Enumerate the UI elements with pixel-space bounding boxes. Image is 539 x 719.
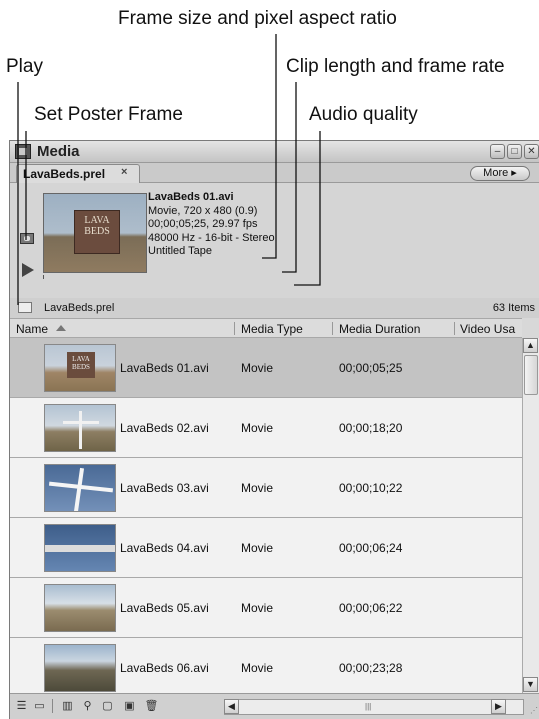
bottom-toolbar: ☰ ▭ ▥ ⚲ ▢ ▣ 🗑 ◀ ||| ▶ ⋰ [10,693,539,719]
clip-thumbnail: LAVA BEDS [44,344,116,392]
column-divider[interactable] [332,322,333,335]
new-bin-icon[interactable]: ▢ [100,699,115,713]
cell-media-type: Movie [241,601,274,615]
cell-name: LavaBeds 01.avi [120,361,209,375]
scroll-down-icon[interactable]: ▼ [523,677,538,692]
clip-tape-name: Untitled Tape [148,245,213,257]
clip-filename: LavaBeds 01.avi [148,191,234,203]
table-row[interactable]: LavaBeds 04.avi Movie 00;00;06;24 [10,518,522,578]
cell-media-type: Movie [241,421,274,435]
cell-media-duration: 00;00;06;24 [339,541,403,555]
set-poster-frame-icon[interactable] [20,233,34,244]
scroll-left-icon[interactable]: ◀ [224,699,239,714]
table-row[interactable]: LavaBeds 06.avi Movie 00;00;23;28 [10,638,522,693]
panel-title: Media [37,143,80,160]
icon-view-icon[interactable]: ▭ [32,699,47,713]
tab-close-icon[interactable]: × [121,166,127,178]
vertical-scroll-thumb[interactable] [524,355,538,395]
list-view-icon[interactable]: ☰ [14,699,29,713]
scroll-right-icon[interactable]: ▶ [491,699,506,714]
table-row[interactable]: LavaBeds 02.avi Movie 00;00;18;20 [10,398,522,458]
cell-media-duration: 00;00;05;25 [339,361,403,375]
horizontal-scrollbar[interactable]: ◀ ||| ▶ [224,699,524,715]
cell-media-type: Movie [241,661,274,675]
cell-name: LavaBeds 04.avi [120,541,209,555]
item-count: 63 Items [492,302,535,314]
sort-ascending-icon [56,325,66,331]
tab-label: LavaBeds.prel [23,167,106,181]
media-list: LAVA BEDS LavaBeds 01.avi Movie 00;00;05;… [10,338,522,693]
scroll-up-icon[interactable]: ▲ [523,338,538,353]
cell-media-type: Movie [241,361,274,375]
callout-play: Play [6,56,43,77]
media-panel: Media – □ ✕ LavaBeds.prel × More ▸ LAVA … [9,140,539,719]
column-header-media-type[interactable]: Media Type [241,322,303,336]
more-button[interactable]: More ▸ [470,166,530,181]
cell-name: LavaBeds 03.avi [120,481,209,495]
bin-label: LavaBeds.prel [44,302,115,314]
new-item-icon[interactable]: ▣ [122,699,137,713]
table-row[interactable]: LAVA BEDS LavaBeds 01.avi Movie 00;00;05;… [10,338,522,398]
callout-clip-length: Clip length and frame rate [286,56,505,77]
tab-lavabeds-prel[interactable]: LavaBeds.prel × [16,164,140,183]
column-header-name[interactable]: Name [16,322,48,336]
column-divider[interactable] [234,322,235,335]
trash-icon[interactable]: 🗑 [144,699,159,713]
play-icon[interactable] [22,263,34,277]
callout-audio-quality: Audio quality [309,104,418,125]
lava-beds-sign: LAVA BEDS [74,210,120,254]
cell-media-type: Movie [241,541,274,555]
find-icon[interactable]: ⚲ [80,699,95,713]
minimize-icon[interactable]: – [490,144,505,159]
clip-audio-quality: 48000 Hz - 16-bit - Stereo [148,231,275,244]
column-divider[interactable] [454,322,455,335]
media-app-icon [15,144,31,159]
clip-length-rate: 00;00;05;25, 29.97 fps [148,218,258,230]
bin-folder-icon[interactable] [18,302,32,313]
automate-to-sequence-icon[interactable]: ▥ [60,699,75,713]
resize-grip-icon[interactable]: ⋰ [530,706,538,715]
clip-thumbnail [44,584,116,632]
close-icon[interactable]: ✕ [524,144,539,159]
cell-media-type: Movie [241,481,274,495]
clip-thumbnail [44,464,116,512]
callout-set-poster-frame: Set Poster Frame [34,104,183,125]
tab-bar: LavaBeds.prel × More ▸ [10,163,539,183]
cell-media-duration: 00;00;18;20 [339,421,403,435]
scroll-grip-icon[interactable]: ||| [365,702,371,711]
cell-name: LavaBeds 02.avi [120,421,209,435]
clip-info: LavaBeds 01.avi Movie, 720 x 480 (0.9) 0… [148,191,275,259]
table-row[interactable]: LavaBeds 03.avi Movie 00;00;10;22 [10,458,522,518]
cell-name: LavaBeds 05.avi [120,601,209,615]
clip-frame-size: Movie, 720 x 480 (0.9) [148,204,258,217]
preview-area: LAVA BEDS LavaBeds 01.avi Movie, 720 x 4… [10,183,539,298]
table-row[interactable]: LavaBeds 05.avi Movie 00;00;06;22 [10,578,522,638]
list-header: Name Media Type Media Duration Video Usa [10,318,522,338]
clip-thumbnail [44,524,116,572]
preview-scrubber[interactable] [43,275,147,279]
cell-media-duration: 00;00;10;22 [339,481,403,495]
maximize-icon[interactable]: □ [507,144,522,159]
column-header-media-duration[interactable]: Media Duration [339,322,420,336]
clip-thumbnail [44,644,116,692]
bin-path-row: LavaBeds.prel 63 Items [10,298,539,318]
clip-thumbnail [44,404,116,452]
cell-name: LavaBeds 06.avi [120,661,209,675]
title-bar[interactable]: Media – □ ✕ [10,141,539,163]
callout-frame-size: Frame size and pixel aspect ratio [118,8,397,29]
cell-media-duration: 00;00;23;28 [339,661,403,675]
column-header-video-usage[interactable]: Video Usa [460,322,520,336]
vertical-scrollbar[interactable]: ▲ ▼ [522,338,539,693]
cell-media-duration: 00;00;06;22 [339,601,403,615]
preview-thumbnail: LAVA BEDS [43,193,147,273]
